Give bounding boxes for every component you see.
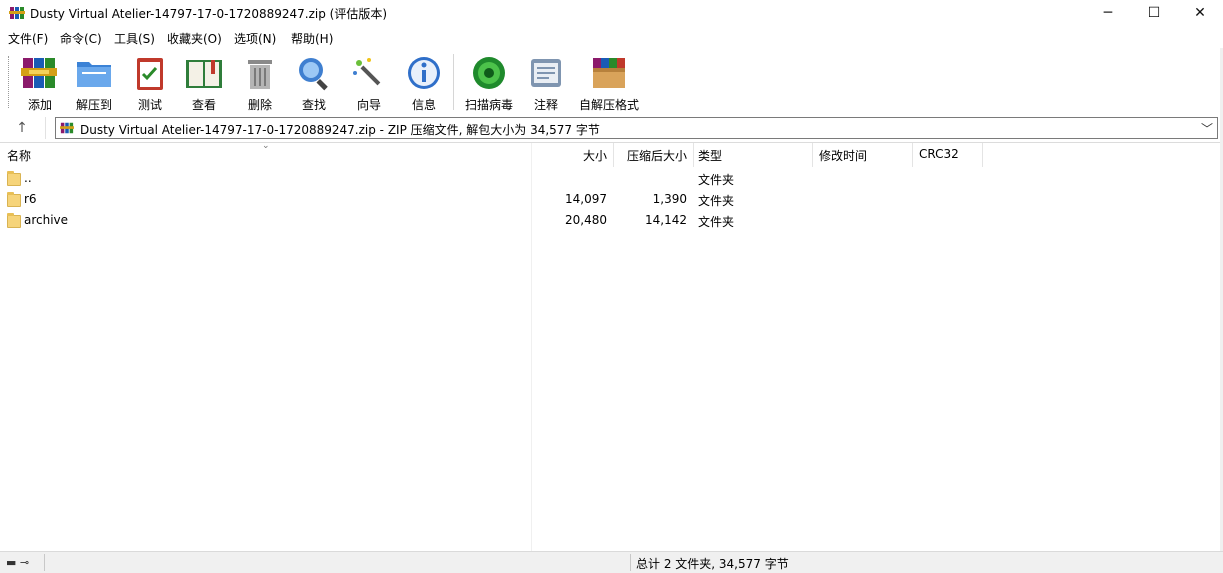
virus-scan-button[interactable]: 扫描病毒 <box>463 52 515 112</box>
address-separator <box>45 117 46 139</box>
item-name: r6 <box>24 192 37 206</box>
address-text: Dusty Virtual Atelier-14797-17-0-1720889… <box>80 123 600 137</box>
table-row[interactable]: 文件夹 <box>532 169 1221 190</box>
modified-column-header[interactable]: 修改时间 <box>819 147 867 164</box>
menu-bar: 文件(F) 命令(C) 工具(S) 收藏夹(O) 选项(N) 帮助(H) <box>0 26 1223 48</box>
menu-help[interactable]: 帮助(H) <box>291 30 333 47</box>
address-bar: ↑ Dusty Virtual Atelier-14797-17-0-17208… <box>0 114 1223 143</box>
maximize-button[interactable]: ☐ <box>1131 0 1177 26</box>
size-cell: 20,480 <box>565 213 607 227</box>
archive-icon <box>60 122 74 134</box>
wizard-button[interactable]: 向导 <box>349 52 389 112</box>
header-separator <box>693 143 694 167</box>
close-button[interactable]: ✕ <box>1177 0 1223 26</box>
file-list-name-pane: 名称 ⌄ .. r6 archive <box>0 141 531 551</box>
folder-icon <box>7 213 21 228</box>
add-label: 添加 <box>27 98 52 112</box>
toolbar-separator <box>453 54 454 110</box>
table-row[interactable]: 20,480 14,142 文件夹 <box>532 211 1221 232</box>
test-clipboard-icon <box>137 58 163 90</box>
info-label: 信息 <box>411 98 436 112</box>
type-cell: 文件夹 <box>698 194 735 208</box>
test-label: 测试 <box>137 98 162 112</box>
winrar-app-icon <box>9 7 25 19</box>
name-header-label: 名称 <box>7 149 32 163</box>
view-label: 查看 <box>191 98 216 112</box>
sort-chevron-icon: ⌄ <box>262 141 270 151</box>
comment-label: 注释 <box>533 98 558 112</box>
header-separator <box>982 143 983 167</box>
address-field[interactable]: Dusty Virtual Atelier-14797-17-0-1720889… <box>55 117 1218 139</box>
toolbar: 添加 解压到 测试 查看 删除 查找 向导 信息 扫描病毒 注释 自解压格式 <box>0 48 1220 115</box>
wizard-wand-icon <box>353 58 381 86</box>
size-column-header[interactable]: 大小 <box>532 147 607 164</box>
header-separator <box>812 143 813 167</box>
menu-tools[interactable]: 工具(S) <box>114 30 155 47</box>
file-list-details-pane: 大小 压缩后大小 类型 修改时间 CRC32 文件夹 14,097 1,390 … <box>531 143 1221 551</box>
comment-note-icon <box>531 59 561 87</box>
item-name: archive <box>24 213 69 227</box>
add-archive-icon <box>21 58 57 88</box>
virus-scan-label: 扫描病毒 <box>464 98 513 112</box>
crc-column-header[interactable]: CRC32 <box>919 147 959 161</box>
folder-icon <box>7 192 21 207</box>
title-bar: Dusty Virtual Atelier-14797-17-0-1720889… <box>0 0 1223 26</box>
folder-icon <box>7 171 21 186</box>
find-label: 查找 <box>301 98 326 112</box>
find-button[interactable]: 查找 <box>294 52 334 112</box>
status-bar: ▬ ⊸ 总计 2 文件夹, 34,577 字节 <box>0 551 1223 573</box>
list-item[interactable]: r6 <box>0 190 531 211</box>
menu-file[interactable]: 文件(F) <box>8 30 48 47</box>
type-column-header[interactable]: 类型 <box>698 147 722 164</box>
wizard-label: 向导 <box>356 98 381 112</box>
header-separator <box>912 143 913 167</box>
packed-cell: 1,390 <box>652 192 687 206</box>
type-cell: 文件夹 <box>698 173 735 187</box>
type-cell: 文件夹 <box>698 215 735 229</box>
extract-button[interactable]: 解压到 <box>74 52 114 112</box>
find-magnifier-icon <box>299 58 328 91</box>
details-column-headers: 大小 压缩后大小 类型 修改时间 CRC32 <box>532 143 1221 167</box>
name-column-header[interactable]: 名称 ⌄ <box>0 141 531 167</box>
item-name: .. <box>24 171 32 185</box>
sfx-button[interactable]: 自解压格式 <box>578 52 640 112</box>
table-row[interactable]: 14,097 1,390 文件夹 <box>532 190 1221 211</box>
menu-options[interactable]: 选项(N) <box>234 30 276 47</box>
window-title: Dusty Virtual Atelier-14797-17-0-1720889… <box>30 7 388 21</box>
chevron-down-icon[interactable]: ﹀ <box>1201 120 1213 137</box>
extract-label: 解压到 <box>75 98 112 112</box>
test-button[interactable]: 测试 <box>130 52 170 112</box>
drive-status-icon[interactable]: ▬ ⊸ <box>6 556 29 569</box>
up-arrow-icon[interactable]: ↑ <box>10 120 34 136</box>
menu-commands[interactable]: 命令(C) <box>60 30 102 47</box>
view-book-icon <box>186 60 222 88</box>
menu-favorites[interactable]: 收藏夹(O) <box>167 30 222 47</box>
sfx-box-icon <box>593 58 625 88</box>
info-circle-icon <box>408 57 440 89</box>
list-item[interactable]: archive <box>0 211 531 232</box>
info-button[interactable]: 信息 <box>404 52 444 112</box>
minimize-button[interactable]: ─ <box>1085 0 1131 26</box>
packed-cell: 14,142 <box>645 213 687 227</box>
delete-label: 删除 <box>247 98 272 112</box>
list-item[interactable]: .. <box>0 169 531 190</box>
view-button[interactable]: 查看 <box>184 52 224 112</box>
comment-button[interactable]: 注释 <box>526 52 566 112</box>
toolbar-grip[interactable] <box>8 56 12 108</box>
delete-button[interactable]: 删除 <box>240 52 280 112</box>
add-button[interactable]: 添加 <box>20 52 60 112</box>
packed-column-header[interactable]: 压缩后大小 <box>614 147 687 164</box>
status-separator <box>630 554 631 571</box>
delete-trash-icon <box>248 60 272 89</box>
size-cell: 14,097 <box>565 192 607 206</box>
extract-folder-icon <box>77 62 111 87</box>
sfx-label: 自解压格式 <box>578 98 639 112</box>
status-separator <box>44 554 45 571</box>
status-text: 总计 2 文件夹, 34,577 字节 <box>636 557 789 571</box>
virus-scan-icon <box>473 57 505 89</box>
